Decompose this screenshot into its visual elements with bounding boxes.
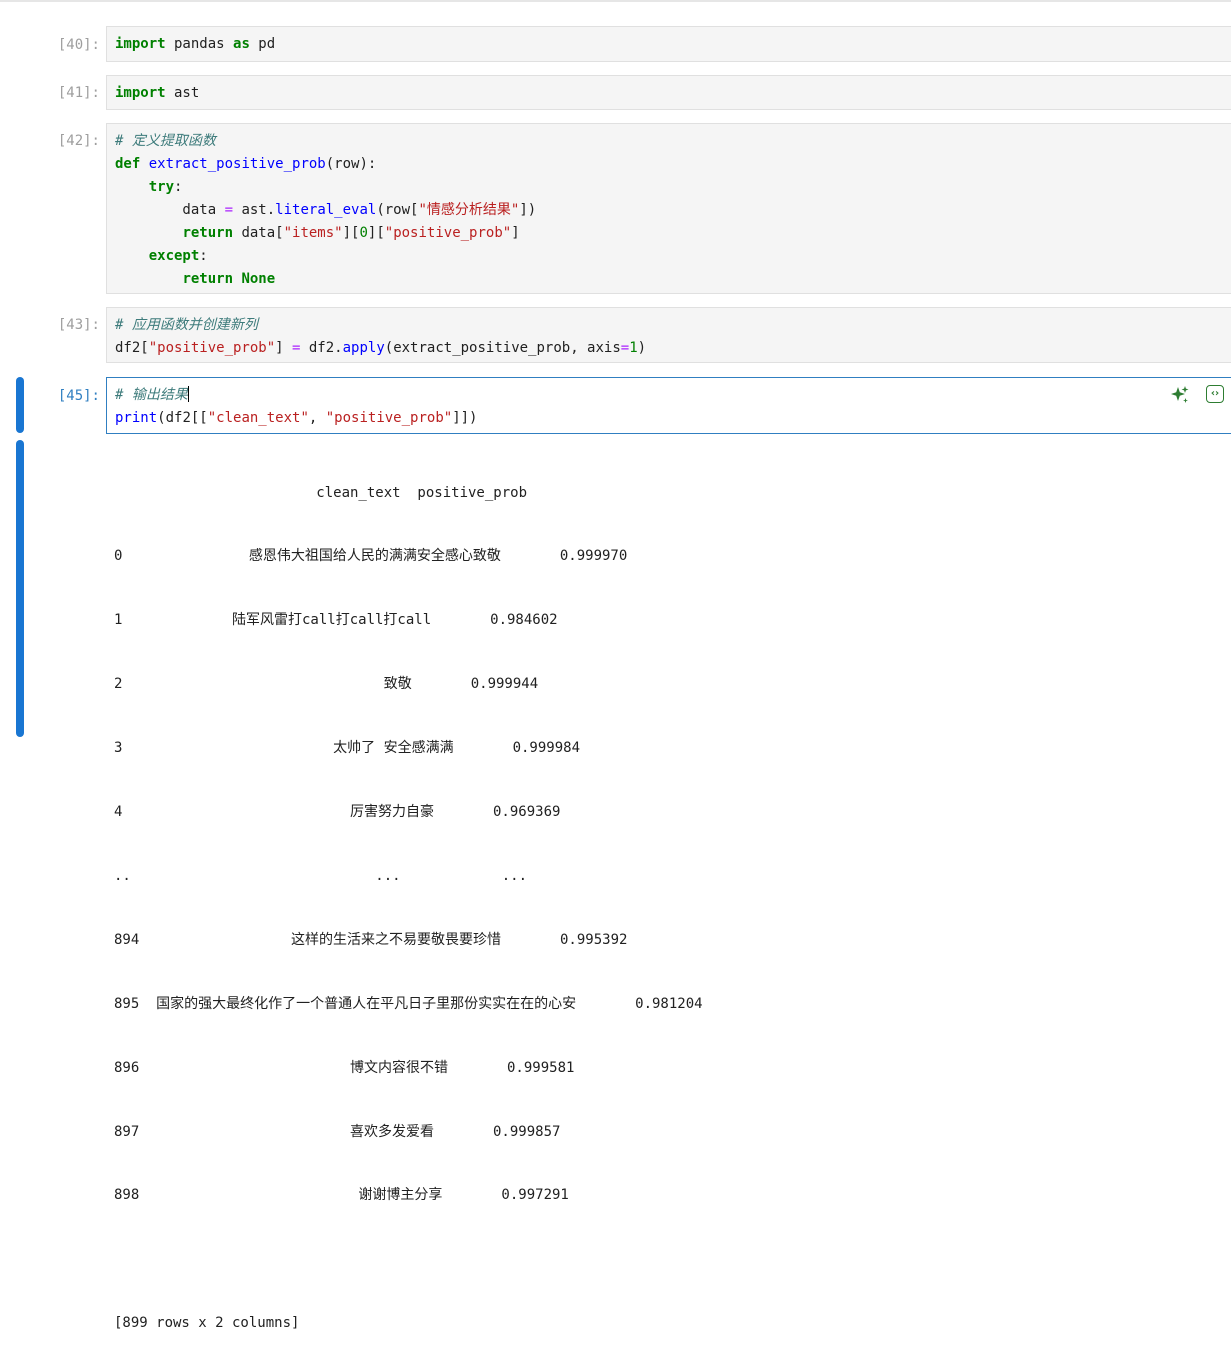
code-line: # 输出结果 <box>115 386 189 403</box>
code-line: import ast <box>115 85 200 101</box>
cell-prompt: [45]: <box>57 388 100 404</box>
code-line: data = ast.literal_eval(row["情感分析结果"]) <box>115 202 537 218</box>
code-line: return data["items"][0]["positive_prob"] <box>182 225 520 241</box>
code-line: def extract_positive_prob(row): <box>115 156 377 172</box>
code-line: try: <box>148 179 183 195</box>
cell-prompt: [41]: <box>57 85 100 101</box>
code-editor[interactable]: import pandas as pd <box>106 26 1231 62</box>
output-row: 3 太帅了 安全感满满 0.999984 <box>114 740 581 757</box>
sparkle-icon[interactable] <box>1170 385 1190 405</box>
output-row: 897 喜欢多发爱看 0.999857 <box>114 1123 561 1140</box>
code-line: df2["positive_prob"] = df2.apply(extract… <box>115 340 647 356</box>
output-row: 896 博文内容很不错 0.999581 <box>114 1059 575 1076</box>
code-editor[interactable]: # 应用函数并创建新列 df2["positive_prob"] = df2.a… <box>106 307 1231 363</box>
code-line: # 应用函数并创建新列 <box>115 317 258 333</box>
output-row: 895 国家的强大最终化作了一个普通人在平凡日子里那份实实在在的心安 0.981… <box>114 995 703 1012</box>
output-collapse-bar[interactable] <box>16 440 24 737</box>
active-cell-indicator[interactable] <box>16 377 24 433</box>
code-icon[interactable]: ‹› <box>1206 385 1224 403</box>
code-line: print(df2[["clean_text", "positive_prob"… <box>115 410 478 426</box>
code-editor[interactable]: # 输出结果 print(df2[["clean_text", "positiv… <box>106 377 1231 434</box>
output-row: 898 谢谢博主分享 0.997291 <box>114 1187 569 1204</box>
output-summary: [899 rows x 2 columns] <box>114 1315 300 1332</box>
top-border <box>0 0 1231 2</box>
cell-prompt: [42]: <box>57 133 100 149</box>
output-blank: ​ <box>114 1249 703 1270</box>
output-row: 2 致敬 0.999944 <box>114 676 539 693</box>
code-line: return None <box>182 271 276 287</box>
output-row: 1 陆军风雷打call打call打call 0.984602 <box>114 612 558 629</box>
code-line: # 定义提取函数 <box>115 133 216 149</box>
output-row: 894 这样的生活来之不易要敬畏要珍惜 0.995392 <box>114 931 628 948</box>
output-row: 4 厉害努力自豪 0.969369 <box>114 804 561 821</box>
output-header: clean_text positive_prob <box>114 484 528 501</box>
text-cursor <box>187 386 189 402</box>
output-row: 0 感恩伟大祖国给人民的满满安全感心致敬 0.999970 <box>114 548 628 565</box>
code-line: import pandas as pd <box>115 36 276 52</box>
code-editor[interactable]: import ast <box>106 75 1231 110</box>
code-editor[interactable]: # 定义提取函数 def extract_positive_prob(row):… <box>106 123 1231 294</box>
code-line: except: <box>148 248 208 264</box>
cell-prompt: [43]: <box>57 317 100 333</box>
cell-output: clean_text positive_prob 0 感恩伟大祖国给人民的满满安… <box>114 440 703 1356</box>
cell-prompt: [40]: <box>57 37 100 53</box>
output-row: .. ... ... <box>114 867 528 884</box>
